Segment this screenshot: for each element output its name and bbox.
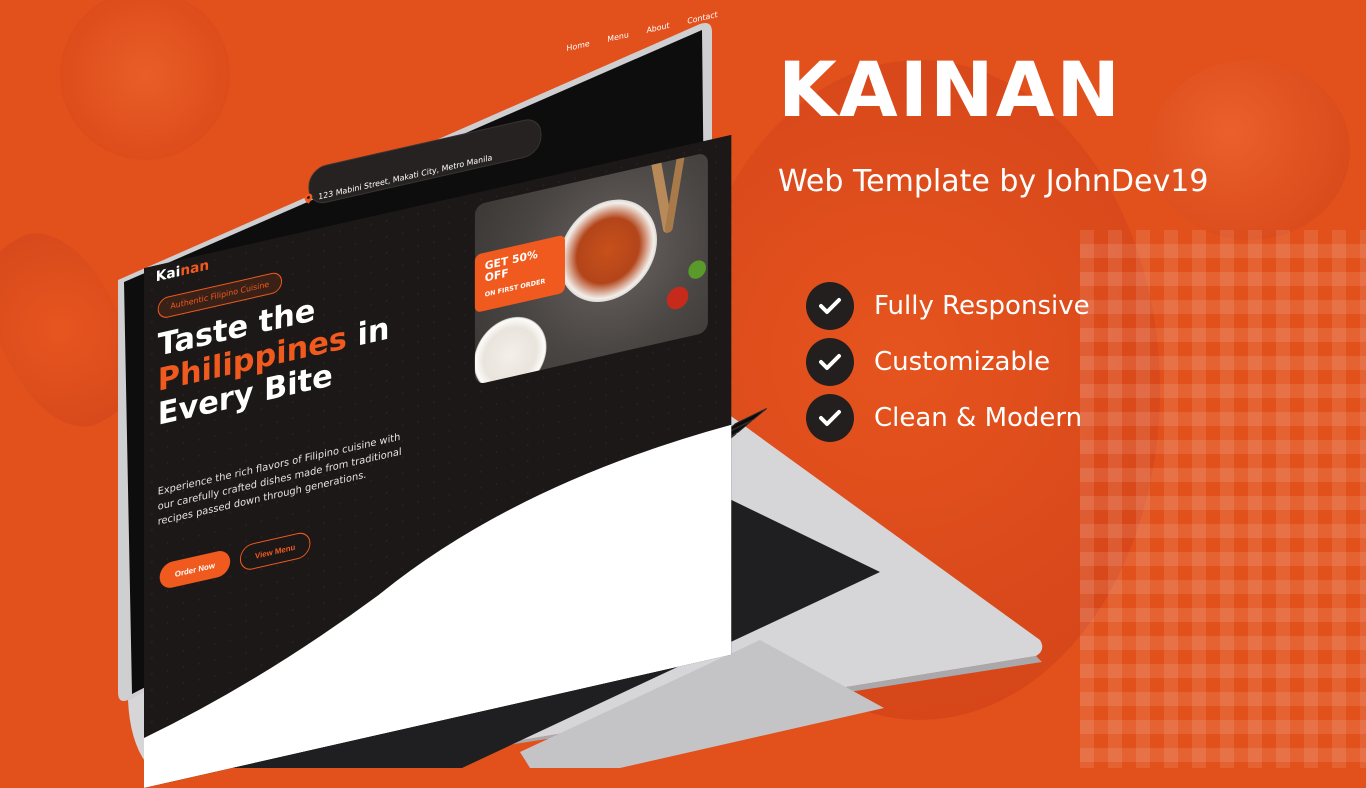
brand-subtitle: Web Template by JohnDev19 (778, 164, 1209, 199)
feature-item: Customizable (806, 334, 1090, 390)
check-icon (806, 338, 854, 386)
check-icon (806, 394, 854, 442)
location-pin-icon (304, 193, 313, 204)
brand-title: KAINAN (778, 45, 1123, 134)
check-icon (806, 282, 854, 330)
feature-item: Fully Responsive (806, 278, 1090, 334)
feature-item: Clean & Modern (806, 390, 1090, 446)
feature-label: Fully Responsive (874, 291, 1090, 321)
feature-label: Customizable (874, 347, 1051, 377)
feature-list: Fully Responsive Customizable Clean & Mo… (806, 278, 1090, 446)
feature-label: Clean & Modern (874, 403, 1083, 433)
